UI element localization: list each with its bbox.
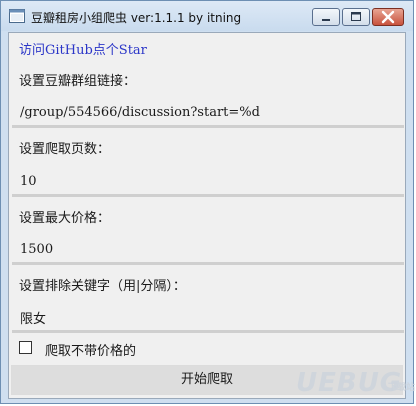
- start-crawl-button[interactable]: 开始爬取: [11, 365, 403, 395]
- group-url-label: 设置豆瓣群组链接：: [19, 74, 137, 89]
- title-bar[interactable]: 豆瓣租房小组爬虫 ver:1.1.1 by itning: [1, 1, 413, 31]
- app-window: 豆瓣租房小组爬虫 ver:1.1.1 by itning 访问GitHub点个S…: [0, 0, 415, 404]
- exclude-keywords-label: 设置排除关键字（用|分隔）：: [19, 279, 186, 294]
- maximize-icon: [351, 12, 361, 21]
- max-price-label: 设置最大价格：: [19, 211, 111, 226]
- github-link[interactable]: 访问GitHub点个Star: [19, 39, 147, 58]
- no-price-checkbox-label: 爬取不带价格的: [45, 344, 137, 359]
- minimize-icon: [322, 19, 330, 21]
- close-button[interactable]: [372, 8, 404, 26]
- pages-input[interactable]: [20, 171, 396, 191]
- app-icon: [9, 9, 25, 23]
- exclude-keywords-field: [12, 305, 404, 333]
- maximize-button[interactable]: [342, 8, 370, 26]
- exclude-keywords-input[interactable]: [20, 307, 396, 327]
- window-title: 豆瓣租房小组爬虫 ver:1.1.1 by itning: [31, 11, 242, 25]
- group-url-input[interactable]: [20, 102, 396, 122]
- minimize-button[interactable]: [312, 8, 340, 26]
- close-icon: [381, 10, 395, 24]
- checkbox-icon[interactable]: [19, 341, 32, 354]
- client-area: 访问GitHub点个Star 设置豆瓣群组链接： 设置爬取页数： 设置最大价格：…: [8, 32, 406, 399]
- pages-label: 设置爬取页数：: [19, 142, 111, 157]
- pages-field: [12, 169, 404, 197]
- max-price-input[interactable]: [20, 239, 396, 259]
- max-price-field: [12, 237, 404, 265]
- group-url-field: [12, 100, 404, 128]
